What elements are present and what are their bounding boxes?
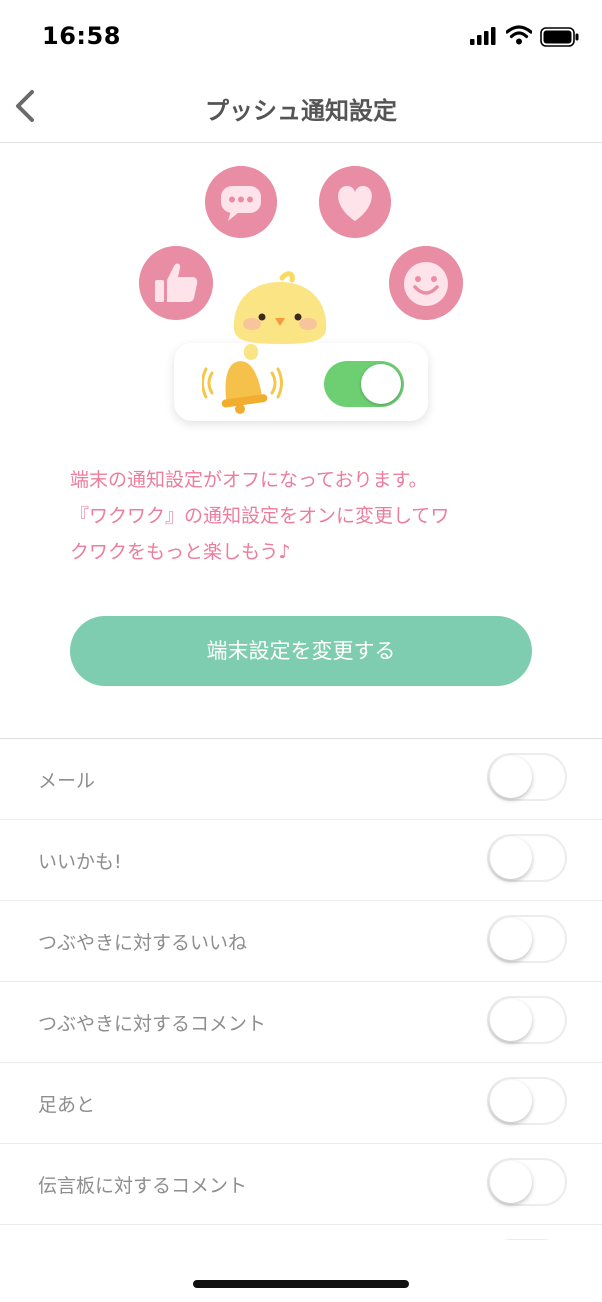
settings-row-mail: メール	[0, 739, 602, 820]
chick-mascot	[233, 271, 327, 360]
settings-row-label: いいかも!	[38, 851, 122, 873]
status-bar: 16:58	[0, 0, 602, 72]
heart-icon	[319, 166, 391, 238]
likes-toggle[interactable]	[487, 834, 567, 882]
settings-row-tweet-comments: つぶやきに対するコメント	[0, 982, 602, 1063]
settings-row-footprints: 足あと	[0, 1063, 602, 1144]
mail-toggle[interactable]	[487, 753, 567, 801]
settings-row-label: つぶやきに対するいいね	[38, 932, 248, 954]
battery-icon	[540, 27, 579, 47]
tweet-likes-toggle[interactable]	[487, 915, 567, 963]
thumbs-up-icon	[139, 246, 213, 320]
tweet-comments-toggle[interactable]	[487, 996, 567, 1044]
page-title: プッシュ通知設定	[205, 97, 397, 125]
smile-icon	[389, 246, 463, 320]
bell-icon	[202, 361, 283, 414]
notification-off-message: 端末の通知設定がオフになっております。 『ワクワク』の通知設定をオンに変更してワ…	[70, 462, 550, 570]
status-time: 16:58	[42, 22, 121, 50]
bottom-safe-area	[0, 1240, 602, 1302]
notification-illustration	[0, 142, 602, 442]
message-line: クワクをもっと楽しもう♪	[70, 541, 291, 563]
change-device-settings-button[interactable]: 端末設定を変更する	[70, 616, 532, 686]
settings-row-label: メール	[38, 770, 96, 792]
settings-row-label: つぶやきに対するコメント	[38, 1013, 267, 1035]
footprints-toggle[interactable]	[487, 1077, 567, 1125]
cellular-signal-icon	[470, 27, 496, 45]
board-comments-toggle[interactable]	[487, 1158, 567, 1206]
settings-row-likes: いいかも!	[0, 820, 602, 901]
settings-row-board-comments: 伝言板に対するコメント	[0, 1144, 602, 1225]
chat-bubble-icon	[205, 166, 277, 238]
settings-row-label: 足あと	[38, 1094, 96, 1116]
wifi-icon	[506, 25, 532, 45]
notification-settings-list: メール いいかも! つぶやきに対するいいね つぶやきに対するコメント 足あと 伝…	[0, 738, 602, 1257]
home-indicator	[193, 1280, 409, 1288]
navigation-bar: プッシュ通知設定	[0, 72, 602, 143]
message-line: 『ワクワク』の通知設定をオンに変更してワ	[70, 505, 450, 527]
sample-toggle	[324, 361, 404, 407]
message-line: 端末の通知設定がオフになっております。	[70, 469, 428, 491]
settings-row-tweet-likes: つぶやきに対するいいね	[0, 901, 602, 982]
settings-row-label: 伝言板に対するコメント	[38, 1175, 248, 1197]
